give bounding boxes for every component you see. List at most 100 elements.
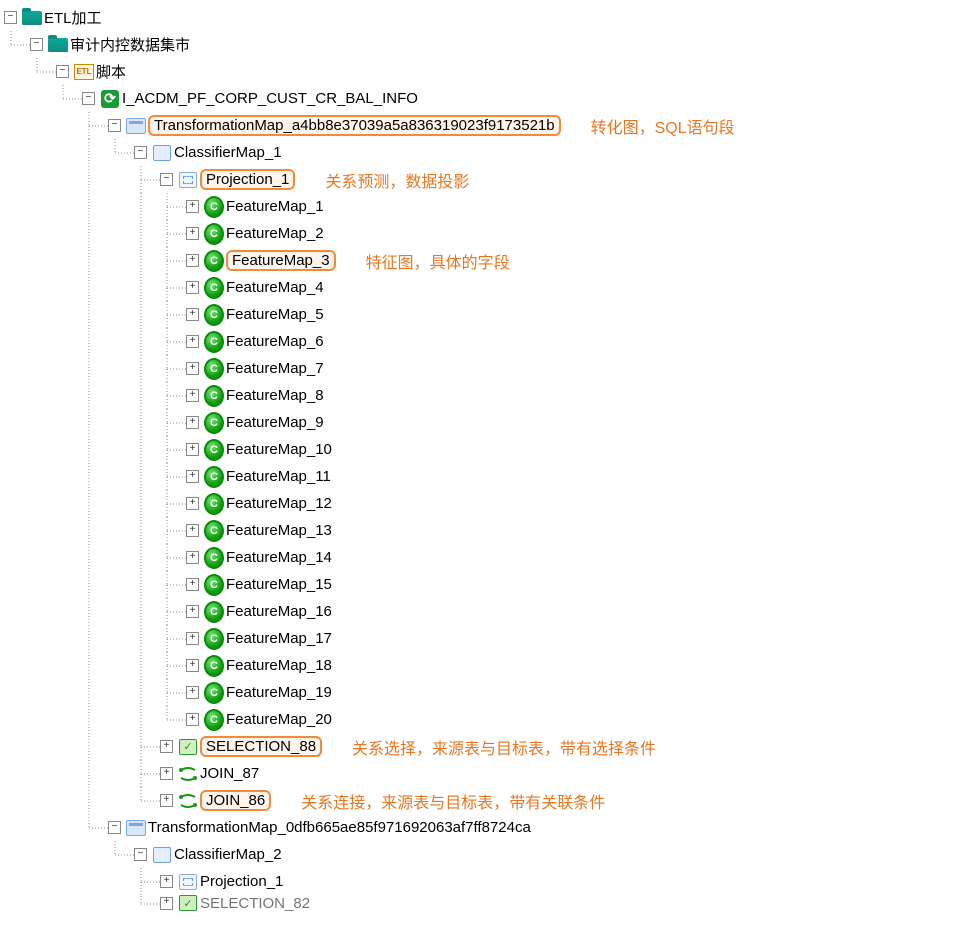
feature-icon: C: [204, 333, 224, 351]
tree-node-selection[interactable]: + SELECTION_82: [4, 895, 980, 911]
tree-node-feature-map[interactable]: +CFeatureMap_20: [4, 706, 980, 733]
tree-node-scripts[interactable]: − ETL 脚本: [4, 58, 980, 85]
tree-node-feature-map[interactable]: +CFeatureMap_13: [4, 517, 980, 544]
tree-node-feature-map[interactable]: +CFeatureMap_19: [4, 679, 980, 706]
expand-icon[interactable]: +: [186, 524, 199, 537]
expand-icon[interactable]: +: [186, 605, 199, 618]
tree-node-transformation-map[interactable]: − TransformationMap_a4bb8e37039a5a836319…: [4, 112, 980, 139]
tree-node-feature-map[interactable]: +CFeatureMap_7: [4, 355, 980, 382]
label: FeatureMap_18: [226, 657, 332, 674]
feature-icon: C: [204, 468, 224, 486]
label: 脚本: [96, 61, 126, 82]
expand-icon[interactable]: +: [186, 389, 199, 402]
tree-node-feature-map[interactable]: +CFeatureMap_16: [4, 598, 980, 625]
collapse-icon[interactable]: −: [56, 65, 69, 78]
expand-icon[interactable]: +: [160, 897, 173, 910]
label: FeatureMap_5: [226, 306, 324, 323]
collapse-icon[interactable]: −: [134, 146, 147, 159]
feature-icon: C: [204, 360, 224, 378]
tree-node-feature-map[interactable]: +CFeatureMap_4: [4, 274, 980, 301]
expand-icon[interactable]: +: [186, 227, 199, 240]
tree-node-feature-map[interactable]: +CFeatureMap_14: [4, 544, 980, 571]
tree-node-job[interactable]: − ⟳ I_ACDM_PF_CORP_CUST_CR_BAL_INFO: [4, 85, 980, 112]
label: FeatureMap_16: [226, 603, 332, 620]
tree-node-feature-map[interactable]: +CFeatureMap_11: [4, 463, 980, 490]
map-icon: [126, 117, 146, 135]
tree-node-feature-map[interactable]: +CFeatureMap_10: [4, 436, 980, 463]
tree-node-join[interactable]: + JOIN_87: [4, 760, 980, 787]
feature-icon: C: [204, 576, 224, 594]
expand-icon[interactable]: +: [186, 686, 199, 699]
tree-node-projection[interactable]: + Projection_1: [4, 868, 980, 895]
tree-node-transformation-map[interactable]: − TransformationMap_0dfb665ae85f97169206…: [4, 814, 980, 841]
tree-node-classifier-map[interactable]: − ClassifierMap_2: [4, 841, 980, 868]
tree-node-feature-map[interactable]: +CFeatureMap_12: [4, 490, 980, 517]
tree-node-feature-map[interactable]: +CFeatureMap_2: [4, 220, 980, 247]
join-icon: [178, 765, 198, 783]
expand-icon[interactable]: +: [160, 875, 173, 888]
label: TransformationMap_0dfb665ae85f971692063a…: [148, 819, 531, 836]
expand-icon[interactable]: +: [186, 200, 199, 213]
expand-icon[interactable]: +: [186, 416, 199, 429]
classifier-icon: [152, 846, 172, 864]
expand-icon[interactable]: +: [186, 254, 199, 267]
tree-node-root[interactable]: − ETL加工: [4, 4, 980, 31]
collapse-icon[interactable]: −: [82, 92, 95, 105]
label: TransformationMap_a4bb8e37039a5a83631902…: [148, 115, 561, 136]
expand-icon[interactable]: +: [186, 632, 199, 645]
expand-icon[interactable]: +: [186, 443, 199, 456]
collapse-icon[interactable]: −: [160, 173, 173, 186]
projection-icon: [178, 171, 198, 189]
folder-icon: [48, 36, 68, 54]
collapse-icon[interactable]: −: [108, 821, 121, 834]
tree-node-feature-map[interactable]: +CFeatureMap_3特征图，具体的字段: [4, 247, 980, 274]
collapse-icon[interactable]: −: [134, 848, 147, 861]
collapse-icon[interactable]: −: [30, 38, 43, 51]
expand-icon[interactable]: +: [186, 470, 199, 483]
expand-icon[interactable]: +: [186, 659, 199, 672]
expand-icon[interactable]: +: [160, 767, 173, 780]
expand-icon[interactable]: +: [160, 740, 173, 753]
tree-node-feature-map[interactable]: +CFeatureMap_8: [4, 382, 980, 409]
label: FeatureMap_6: [226, 333, 324, 350]
annotation: 转化图，SQL语句段: [591, 114, 735, 138]
expand-icon[interactable]: +: [186, 335, 199, 348]
tree-node-classifier-map[interactable]: − ClassifierMap_1: [4, 139, 980, 166]
label: SELECTION_88: [200, 736, 322, 757]
etl-icon: ETL: [74, 63, 94, 81]
tree-node-feature-map[interactable]: +CFeatureMap_17: [4, 625, 980, 652]
folder-icon: [22, 9, 42, 27]
tree-node-feature-map[interactable]: +CFeatureMap_18: [4, 652, 980, 679]
label: FeatureMap_13: [226, 522, 332, 539]
expand-icon[interactable]: +: [186, 497, 199, 510]
tree-node-feature-map[interactable]: +CFeatureMap_5: [4, 301, 980, 328]
expand-icon[interactable]: +: [186, 308, 199, 321]
expand-icon[interactable]: +: [186, 362, 199, 375]
tree-node-feature-map[interactable]: +CFeatureMap_9: [4, 409, 980, 436]
expand-icon[interactable]: +: [160, 794, 173, 807]
expand-icon[interactable]: +: [186, 713, 199, 726]
tree-node-datamart[interactable]: − 审计内控数据集市: [4, 31, 980, 58]
tree-node-join[interactable]: + JOIN_86 关系连接，来源表与目标表，带有关联条件: [4, 787, 980, 814]
label: JOIN_87: [200, 765, 259, 782]
tree-view: − ETL加工 − 审计内控数据集市 − ETL 脚本 − ⟳ I_ACDM_P…: [4, 4, 980, 911]
tree-node-selection[interactable]: + SELECTION_88 关系选择，来源表与目标表，带有选择条件: [4, 733, 980, 760]
tree-node-feature-map[interactable]: +CFeatureMap_1: [4, 193, 980, 220]
collapse-icon[interactable]: −: [4, 11, 17, 24]
label: ETL加工: [44, 7, 102, 28]
annotation: 关系选择，来源表与目标表，带有选择条件: [352, 735, 656, 759]
expand-icon[interactable]: +: [186, 578, 199, 591]
label: FeatureMap_2: [226, 225, 324, 242]
tree-node-feature-map[interactable]: +CFeatureMap_15: [4, 571, 980, 598]
tree-node-feature-map[interactable]: + CFeatureMap_6: [4, 328, 980, 355]
feature-icon: C: [204, 279, 224, 297]
feature-list: +CFeatureMap_1+CFeatureMap_2+CFeatureMap…: [4, 193, 980, 733]
expand-icon[interactable]: +: [186, 551, 199, 564]
tree-node-projection[interactable]: − Projection_1 关系预测，数据投影: [4, 166, 980, 193]
label: Projection_1: [200, 169, 295, 190]
expand-icon[interactable]: +: [186, 281, 199, 294]
label: FeatureMap_3: [226, 250, 336, 271]
annotation: 特征图，具体的字段: [366, 249, 510, 273]
collapse-icon[interactable]: −: [108, 119, 121, 132]
projection-icon: [178, 873, 198, 891]
